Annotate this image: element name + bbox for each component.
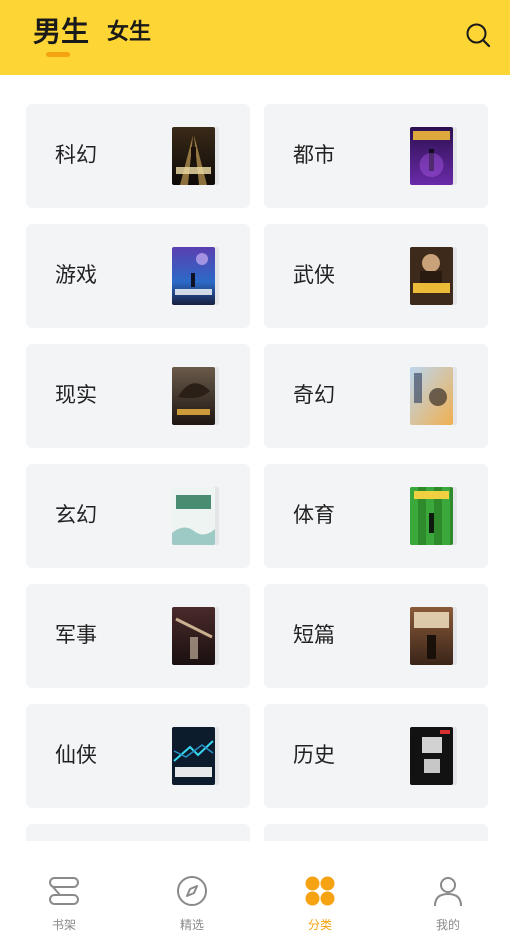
category-card-reality[interactable]: 现实: [26, 344, 250, 448]
book-cover-image: [410, 727, 453, 785]
tabbar-item-mine[interactable]: 我的: [384, 841, 510, 936]
tabbar-item-bookshelf[interactable]: 书架: [0, 841, 128, 936]
book-cover-image: [410, 487, 453, 545]
category-label: 游戏: [55, 263, 97, 287]
category-label: 玄幻: [55, 503, 97, 527]
tab-male[interactable]: 男生: [33, 10, 89, 50]
book-cover-image: [172, 127, 215, 185]
tabbar-item-category[interactable]: 分类: [256, 841, 384, 936]
tab-female[interactable]: 女生: [107, 14, 151, 46]
book-cover-image: [410, 367, 453, 425]
tabbar-label: 精选: [179, 918, 204, 932]
category-card-partial[interactable]: [264, 824, 488, 841]
search-icon[interactable]: [465, 22, 491, 48]
category-card-game[interactable]: 游戏: [26, 224, 250, 328]
book-cover-image: [410, 247, 453, 305]
category-card-fantasy[interactable]: 奇幻: [264, 344, 488, 448]
category-label: 科幻: [55, 143, 97, 167]
category-card-military[interactable]: 军事: [26, 584, 250, 688]
category-icon: [304, 875, 336, 907]
book-cover-image: [172, 727, 215, 785]
category-label: 武侠: [293, 263, 335, 287]
category-label: 奇幻: [293, 383, 335, 407]
tabbar-label: 书架: [51, 918, 76, 932]
active-tab-indicator: [46, 52, 70, 57]
book-cover-image: [172, 367, 215, 425]
category-label: 短篇: [293, 623, 335, 647]
category-card-urban[interactable]: 都市: [264, 104, 488, 208]
profile-icon: [432, 875, 464, 907]
category-card-history[interactable]: 历史: [264, 704, 488, 808]
book-cover-image: [172, 247, 215, 305]
category-grid: 科幻 都市 游戏 武侠 现实 奇幻 玄幻 体育 军事 短篇 仙侠 历史: [0, 75, 510, 841]
bottom-tab-bar: 书架 精选 分类 我的: [0, 841, 510, 936]
category-card-xuanhuan[interactable]: 玄幻: [26, 464, 250, 568]
category-card-partial[interactable]: [26, 824, 250, 841]
category-label: 现实: [55, 383, 97, 407]
category-card-sports[interactable]: 体育: [264, 464, 488, 568]
category-card-scifi[interactable]: 科幻: [26, 104, 250, 208]
category-label: 历史: [293, 743, 335, 767]
tabbar-label: 分类: [307, 918, 332, 932]
category-card-wuxia[interactable]: 武侠: [264, 224, 488, 328]
category-label: 都市: [293, 143, 335, 167]
bookshelf-icon: [48, 875, 80, 907]
book-cover-image: [172, 607, 215, 665]
category-label: 体育: [293, 503, 335, 527]
top-header: 男生 女生: [0, 0, 510, 75]
book-cover-image: [410, 127, 453, 185]
category-label: 军事: [55, 623, 97, 647]
category-card-short[interactable]: 短篇: [264, 584, 488, 688]
compass-icon: [176, 875, 208, 907]
category-card-xianxia[interactable]: 仙侠: [26, 704, 250, 808]
tabbar-item-featured[interactable]: 精选: [128, 841, 256, 936]
tabbar-label: 我的: [435, 918, 460, 932]
book-cover-image: [172, 487, 215, 545]
book-cover-image: [410, 607, 453, 665]
category-label: 仙侠: [55, 743, 97, 767]
